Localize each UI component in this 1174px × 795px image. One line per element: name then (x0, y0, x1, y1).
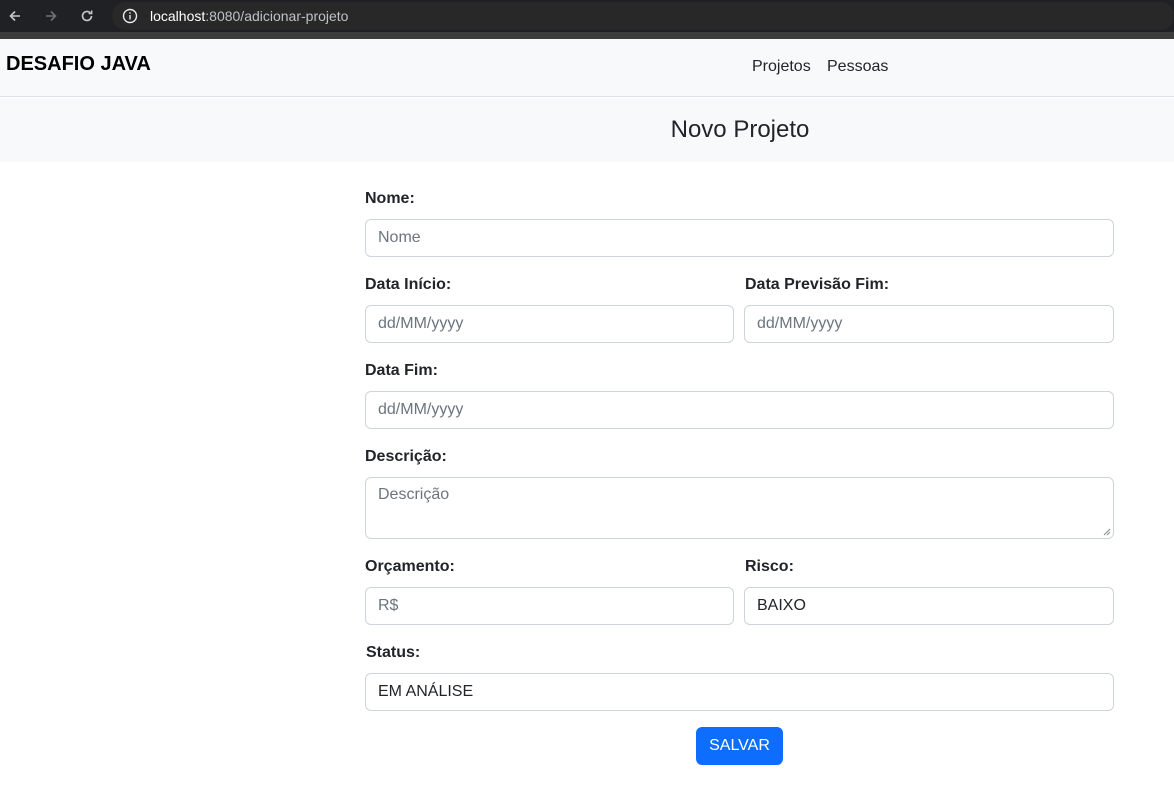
brand-logo[interactable]: DESAFIO JAVA (6, 53, 151, 76)
site-header: DESAFIO JAVA Projetos Pessoas (0, 39, 1174, 97)
data-previsao-fim-input[interactable]: dd/MM/yyyy (744, 305, 1114, 343)
data-fim-input[interactable]: dd/MM/yyyy (365, 391, 1114, 429)
orcamento-label: Orçamento: (365, 558, 455, 575)
data-inicio-input[interactable]: dd/MM/yyyy (365, 305, 734, 343)
save-button[interactable]: SALVAR (696, 727, 783, 765)
risco-label: Risco: (745, 558, 794, 575)
browser-toolbar: localhost:8080/adicionar-projeto (0, 0, 1174, 32)
nav-link-pessoas[interactable]: Pessoas (827, 58, 888, 76)
descricao-textarea[interactable]: Descrição (365, 477, 1114, 539)
resize-handle-icon[interactable] (1103, 528, 1111, 536)
browser-divider (0, 32, 1174, 39)
data-inicio-label: Data Início: (365, 276, 452, 293)
descricao-placeholder: Descrição (378, 486, 450, 503)
forward-arrow-icon[interactable] (41, 6, 61, 26)
status-select[interactable]: EM ANÁLISE (365, 673, 1114, 711)
data-fim-label: Data Fim: (365, 362, 438, 379)
orcamento-input[interactable]: R$ (365, 587, 734, 625)
reload-icon[interactable] (77, 6, 97, 26)
url-path: :8080/adicionar-projeto (205, 8, 349, 24)
status-label: Status: (366, 644, 421, 661)
url-host: localhost (150, 8, 206, 24)
descricao-label: Descrição: (365, 448, 447, 465)
risco-select[interactable]: BAIXO (744, 587, 1114, 625)
url-text: localhost:8080/adicionar-projeto (150, 8, 348, 24)
nome-label: Nome: (365, 190, 415, 207)
address-bar[interactable]: localhost:8080/adicionar-projeto (112, 2, 1174, 30)
info-icon[interactable] (122, 8, 138, 24)
back-arrow-icon[interactable] (5, 6, 25, 26)
nome-input[interactable]: Nome (365, 219, 1114, 257)
data-previsao-fim-label: Data Previsão Fim: (745, 276, 890, 293)
page-title: Novo Projeto (670, 116, 810, 143)
nav-link-projetos[interactable]: Projetos (752, 58, 811, 76)
